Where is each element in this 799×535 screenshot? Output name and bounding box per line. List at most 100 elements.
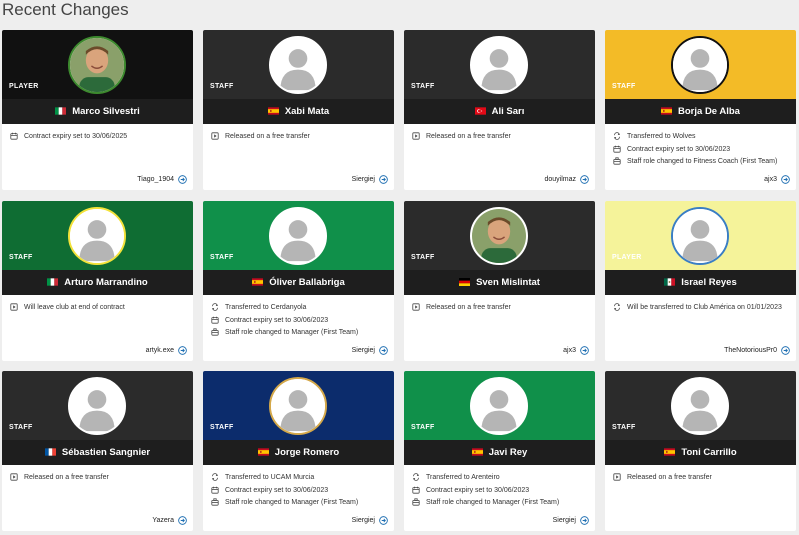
author-link[interactable]: Siergiej [352,175,388,184]
author-link[interactable]: Tiago_1904 [137,175,187,184]
author-link[interactable]: ajx3 [764,175,790,184]
author-link[interactable]: Siergiej [352,346,388,355]
arrow-right-circle-icon[interactable] [178,175,187,184]
person-name-row[interactable]: Jorge Romero [203,446,394,459]
change-card[interactable]: STAFF Sven Mislintat Released on a free tr… [404,201,595,361]
author-name[interactable]: Yazera [152,517,174,524]
change-text: Contract expiry set to 30/06/2025 [24,133,128,140]
author-name[interactable]: TheNotoriousPr0 [724,347,777,354]
change-card[interactable]: STAFF Jorge Romero Transferred to UCAM Mur… [203,371,394,531]
arrow-right-circle-icon[interactable] [379,175,388,184]
person-name-row[interactable]: Sven Mislintat [404,276,595,289]
author-name[interactable]: artyk.exe [146,347,174,354]
author-link[interactable]: artyk.exe [146,346,187,355]
change-list: Transferred to Arenteiro Contract expiry … [404,465,595,507]
author-name[interactable]: ajx3 [563,347,576,354]
arrow-right-circle-icon[interactable] [178,346,187,355]
avatar-placeholder-icon[interactable] [68,207,126,265]
arrow-right-circle-icon[interactable] [379,346,388,355]
arrow-right-circle-icon[interactable] [781,346,790,355]
arrow-right-circle-icon[interactable] [580,516,589,525]
person-name-row[interactable]: Javi Rey [404,446,595,459]
person-name-row[interactable]: Israel Reyes [605,276,796,289]
person-name[interactable]: Sven Mislintat [476,277,540,288]
change-text: Released on a free transfer [225,133,310,140]
author-name[interactable]: Siergiej [352,176,375,183]
person-name[interactable]: Israel Reyes [681,277,736,288]
change-text: Transferred to Wolves [627,133,696,140]
page-title: Recent Changes [2,0,129,19]
change-list: Released on a free transfer [2,465,193,482]
change-text: Released on a free transfer [426,133,511,140]
person-name[interactable]: Xabi Mata [285,106,329,117]
person-name-row[interactable]: Sébastien Sangnier [2,446,193,459]
arrow-right-circle-icon[interactable] [379,516,388,525]
change-text: Staff role changed to Fitness Coach (Fir… [627,158,778,165]
change-card[interactable]: PLAYER Marco Silvestri Contract expiry set… [2,30,193,190]
change-card[interactable]: STAFF Xabi Mata Released on a free transfe… [203,30,394,190]
role-badge: STAFF [411,83,435,90]
person-name-row[interactable]: Ali Sarı [404,105,595,118]
person-name-row[interactable]: Arturo Marrandino [2,276,193,289]
person-name-row[interactable]: Marco Silvestri [2,105,193,118]
author-link[interactable]: Siergiej [352,516,388,525]
arrow-right-circle-icon[interactable] [580,346,589,355]
change-item: Transferred to Cerdanyola [211,303,394,312]
change-card[interactable]: STAFF Óliver Ballabriga Transferred to Cer… [203,201,394,361]
person-name[interactable]: Javi Rey [489,447,528,458]
person-name[interactable]: Arturo Marrandino [64,277,147,288]
spain-flag-icon [267,106,279,115]
author-link[interactable]: Yazera [152,516,187,525]
person-name-row[interactable]: Óliver Ballabriga [203,276,394,289]
author-link[interactable]: douyilmaz [544,175,589,184]
person-name-row[interactable]: Xabi Mata [203,105,394,118]
author-name[interactable]: Siergiej [553,517,576,524]
arrow-right-circle-icon[interactable] [178,516,187,525]
author-name[interactable]: Tiago_1904 [137,176,174,183]
change-card[interactable]: STAFF Javi Rey Transferred to Arenteiro Con… [404,371,595,531]
person-name-row[interactable]: Borja De Alba [605,105,796,118]
person-name[interactable]: Toni Carrillo [681,447,736,458]
author-name[interactable]: Siergiej [352,517,375,524]
change-item: Transferred to Arenteiro [412,473,595,482]
arrow-right-circle-icon[interactable] [781,175,790,184]
person-name[interactable]: Óliver Ballabriga [269,277,345,288]
author-name[interactable]: Siergiej [352,347,375,354]
person-name[interactable]: Sébastien Sangnier [62,447,150,458]
person-name-row[interactable]: Toni Carrillo [605,446,796,459]
change-card[interactable]: STAFF Sébastien Sangnier Released on a fre… [2,371,193,531]
calendar-icon [211,316,219,324]
avatar-placeholder-icon[interactable] [470,377,528,435]
avatar-placeholder-icon[interactable] [671,207,729,265]
change-item: Transferred to Wolves [613,132,796,141]
arrow-right-circle-icon[interactable] [580,175,589,184]
person-name[interactable]: Jorge Romero [275,447,339,458]
avatar-placeholder-icon[interactable] [671,377,729,435]
change-item: Staff role changed to Manager (First Tea… [211,498,394,507]
change-card[interactable]: STAFF Arturo Marrandino Will leave club at… [2,201,193,361]
avatar-placeholder-icon[interactable] [269,377,327,435]
change-card[interactable]: STAFF Ali Sarı Released on a free transfer… [404,30,595,190]
role-badge: STAFF [612,424,636,431]
change-card[interactable]: PLAYER Israel Reyes Will be transferred to… [605,201,796,361]
avatar-placeholder-icon[interactable] [68,377,126,435]
author-link[interactable]: ajx3 [563,346,589,355]
author-link[interactable]: TheNotoriousPr0 [724,346,790,355]
person-photo[interactable] [68,36,126,94]
avatar-placeholder-icon[interactable] [671,36,729,94]
person-name[interactable]: Ali Sarı [492,106,525,117]
change-card[interactable]: STAFF Toni Carrillo Released on a free tra… [605,371,796,531]
avatar-placeholder-icon[interactable] [269,207,327,265]
person-photo[interactable] [470,207,528,265]
avatar-placeholder-icon[interactable] [470,36,528,94]
author-name[interactable]: ajx3 [764,176,777,183]
release-icon [10,303,18,311]
avatar-placeholder-icon[interactable] [269,36,327,94]
author-name[interactable]: douyilmaz [544,176,576,183]
author-link[interactable]: Siergiej [553,516,589,525]
person-name[interactable]: Marco Silvestri [72,106,140,117]
change-list: Released on a free transfer [404,295,595,312]
change-item: Transferred to UCAM Murcia [211,473,394,482]
change-card[interactable]: STAFF Borja De Alba Transferred to Wolves C… [605,30,796,190]
person-name[interactable]: Borja De Alba [678,106,740,117]
